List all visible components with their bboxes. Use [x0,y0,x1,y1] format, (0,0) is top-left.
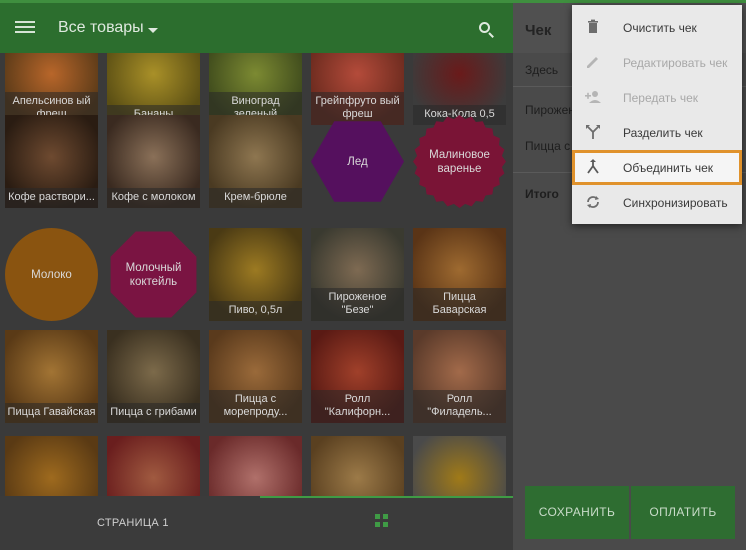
product-label: Пицца с грибами [107,403,200,423]
page-label[interactable]: СТРАНИЦА 1 [97,517,169,529]
product-pane: Все товары Апельсинов ый фреш Бананы Виног… [0,0,513,550]
product-label: Лед [347,155,368,168]
receipt-line[interactable]: Пицца с [525,139,570,153]
caret-down-icon[interactable] [148,28,158,33]
product-tile[interactable]: Лед [311,115,404,208]
product-label: Молоко [31,268,72,281]
product-tile[interactable] [413,436,506,496]
product-tile[interactable] [311,436,404,496]
receipt-line[interactable]: Пирожен [525,103,575,117]
product-tile[interactable]: Пироженое "Безе" [311,228,404,321]
product-label: Крем-брюле [209,188,302,208]
receipt-line: Здесь [525,63,559,77]
product-label: Кофе раствори... [5,188,98,208]
merge-icon [587,159,599,174]
split-icon [586,125,600,139]
menu-item-label: Синхронизировать [623,196,728,210]
product-tile[interactable]: Кофе с молоком [107,115,200,208]
pencil-icon [587,57,598,68]
total-label: Итого [525,187,559,201]
menu-item-transfer-receipt[interactable]: Передать чек [572,80,742,115]
menu-item-label: Разделить чек [623,126,703,140]
hamburger-menu-icon[interactable] [15,18,35,36]
menu-item-split-receipt[interactable]: Разделить чек [572,115,742,150]
product-label: Кофе с молоком [107,188,200,208]
product-tile[interactable]: Пицца Баварская [413,228,506,321]
menu-item-edit-receipt[interactable]: Редактировать чек [572,45,742,80]
product-tile[interactable] [209,436,302,496]
sync-icon [587,196,599,208]
pay-button[interactable]: ОПЛАТИТЬ [631,486,735,539]
product-tile[interactable]: Пицца с грибами [107,330,200,423]
product-tile[interactable]: Пицца с морепроду... [209,330,302,423]
product-photo [311,436,404,496]
receipt-options-menu: Очистить чек Редактировать чек Передать … [572,5,742,224]
product-label: Молочный коктейль [125,261,182,288]
product-label: Пироженое "Безе" [311,288,404,321]
product-label: Ролл "Калифорн... [311,390,404,423]
menu-item-label: Редактировать чек [623,56,728,70]
product-label: Пицца с морепроду... [209,390,302,423]
save-button[interactable]: СОХРАНИТЬ [525,486,629,539]
product-tile[interactable]: Ролл "Филадель... [413,330,506,423]
product-tile[interactable]: Крем-брюле [209,115,302,208]
person-add-icon [585,91,601,103]
menu-item-clear-receipt[interactable]: Очистить чек [572,10,742,45]
app-bar: Все товары [0,0,513,53]
grid-view-icon[interactable] [375,514,388,527]
product-tile[interactable]: Пицца Гавайская [5,330,98,423]
category-title[interactable]: Все товары [58,19,144,37]
product-label: Ролл "Филадель... [413,390,506,423]
page-bar: СТРАНИЦА 1 [0,496,513,550]
product-tile[interactable] [5,436,98,496]
tab-indicator [260,496,513,498]
product-grid: Апельсинов ый фреш Бананы Виноград зеленый… [0,53,513,496]
product-tile[interactable]: Молоко [5,228,98,321]
menu-item-label: Объединить чек [623,161,714,175]
menu-item-label: Передать чек [623,91,699,105]
product-photo [413,436,506,496]
menu-item-label: Очистить чек [623,21,697,35]
product-photo [5,436,98,496]
search-icon[interactable] [478,21,496,39]
product-tile[interactable]: Пиво, 0,5л [209,228,302,321]
product-label: Малиновое варенье [429,148,490,175]
menu-item-merge-receipt[interactable]: Объединить чек [572,150,742,185]
product-label: Пицца Баварская [413,288,506,321]
product-tile[interactable] [107,436,200,496]
menu-item-sync[interactable]: Синхронизировать [572,185,742,220]
product-tile[interactable]: Малиновое варенье [413,115,506,208]
product-tile[interactable]: Ролл "Калифорн... [311,330,404,423]
receipt-title: Чек [525,22,552,39]
product-tile[interactable]: Кофе раствори... [5,115,98,208]
trash-icon [588,19,598,33]
product-label: Пиво, 0,5л [209,301,302,321]
product-label: Пицца Гавайская [5,403,98,423]
product-photo [107,436,200,496]
product-tile[interactable]: Молочный коктейль [107,228,200,321]
product-photo [209,436,302,496]
